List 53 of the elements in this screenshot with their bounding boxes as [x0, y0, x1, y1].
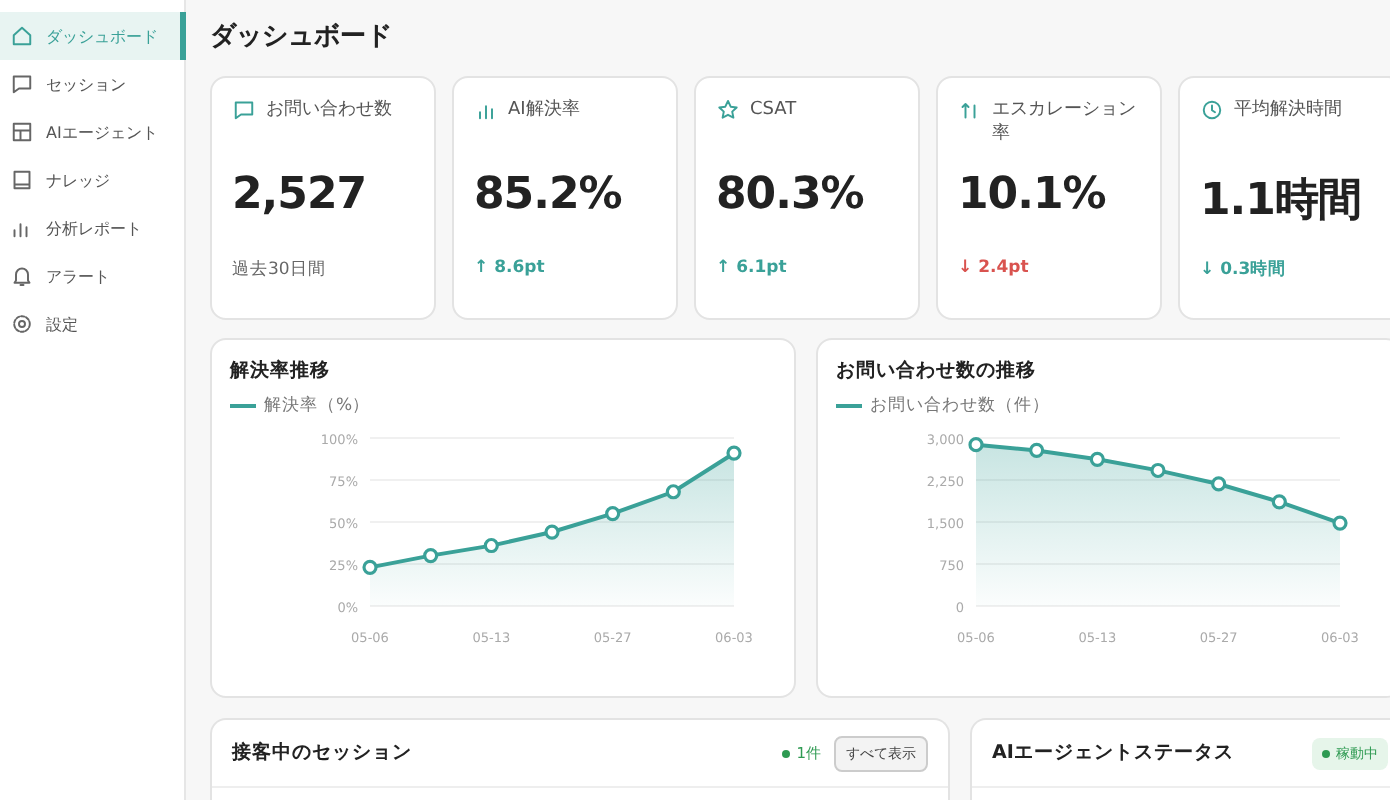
- data-point: [483, 537, 499, 554]
- kpi-note: 過去30日間: [232, 258, 328, 282]
- data-point: [1332, 515, 1348, 531]
- kpi-label: お問い合わせ数: [266, 98, 392, 122]
- kpi-value: 80.3%: [716, 170, 866, 224]
- legend-swatch: [230, 403, 256, 409]
- data-point: [726, 445, 742, 461]
- legend-label: 解決率（%）: [264, 394, 371, 418]
- star-icon: [716, 98, 740, 122]
- chat-icon: [10, 72, 34, 96]
- kpi-value: 2,527: [232, 170, 369, 224]
- data-point: [968, 437, 984, 453]
- kpi-label: 平均解決時間: [1234, 98, 1342, 122]
- nav-item[interactable]: セッション: [0, 60, 186, 108]
- settings-icon: [10, 312, 34, 336]
- nav-item[interactable]: 分析レポート: [0, 204, 186, 252]
- data-point: [605, 506, 621, 522]
- data-point: [1089, 451, 1105, 467]
- data-point: [1029, 442, 1045, 458]
- kpi-value: 1.1時間: [1200, 174, 1363, 230]
- data-point: [544, 524, 560, 540]
- kpi-value: 10.1%: [958, 170, 1108, 224]
- kpi-label: AI解決率: [508, 98, 580, 122]
- grid-icon: [10, 120, 34, 144]
- nav-item[interactable]: 設定: [0, 300, 186, 348]
- chart-title: お問い合わせ数の推移: [836, 358, 1038, 384]
- data-point: [423, 548, 439, 564]
- nav-item[interactable]: AIエージェント: [0, 108, 186, 156]
- kpi-label: CSAT: [750, 98, 797, 122]
- kpi-label: エスカレーション率: [992, 98, 1138, 146]
- chart-title: 解決率推移: [230, 358, 332, 384]
- chat-icon: [232, 98, 256, 122]
- data-point: [665, 484, 681, 500]
- home-icon: [10, 24, 34, 48]
- kpi-change: ↓ 2.4pt: [958, 258, 1031, 278]
- data-point: [362, 559, 378, 575]
- nav-item[interactable]: アラート: [0, 252, 186, 300]
- book-icon: [10, 168, 34, 192]
- nav-item[interactable]: ナレッジ: [0, 156, 186, 204]
- legend-label: お問い合わせ数（件）: [870, 394, 1050, 418]
- panel-title: 接客中のセッション: [232, 740, 414, 766]
- panel-title: AIエージェントステータス: [992, 740, 1236, 766]
- legend-swatch: [836, 403, 862, 409]
- kpi-change: ↑ 8.6pt: [474, 258, 547, 278]
- bell-icon: [10, 264, 34, 288]
- page-title: ダッシュボード: [210, 20, 394, 54]
- kpi-change: ↑ 6.1pt: [716, 258, 789, 278]
- data-point: [1211, 476, 1227, 492]
- data-point: [1271, 494, 1287, 510]
- kpi-change: ↓ 0.3時間: [1200, 258, 1289, 282]
- clock-icon: [1200, 98, 1224, 122]
- data-point: [1150, 462, 1166, 479]
- kpi-value: 85.2%: [474, 170, 624, 224]
